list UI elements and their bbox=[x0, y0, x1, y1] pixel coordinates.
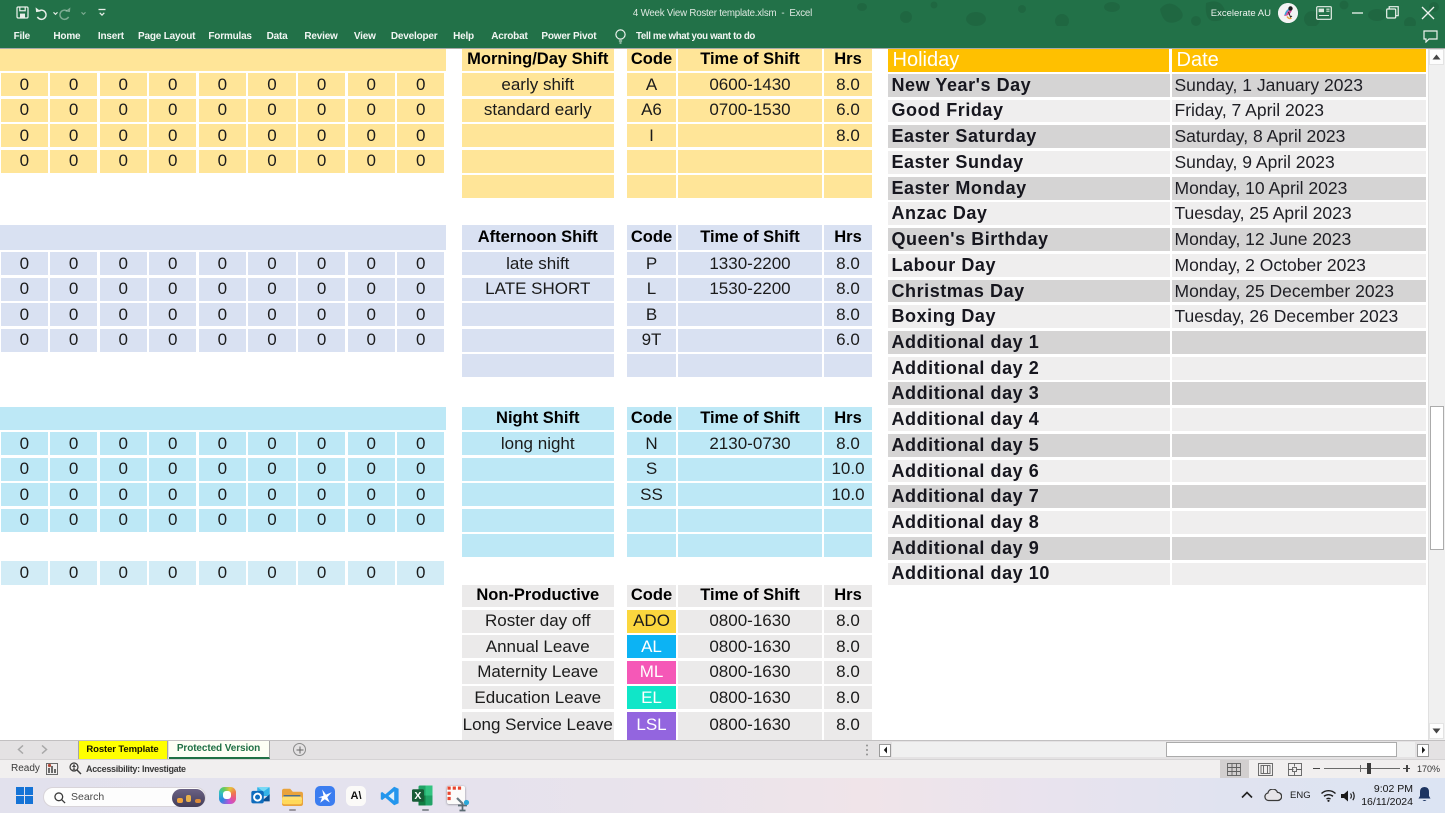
svg-text:X: X bbox=[414, 790, 421, 802]
